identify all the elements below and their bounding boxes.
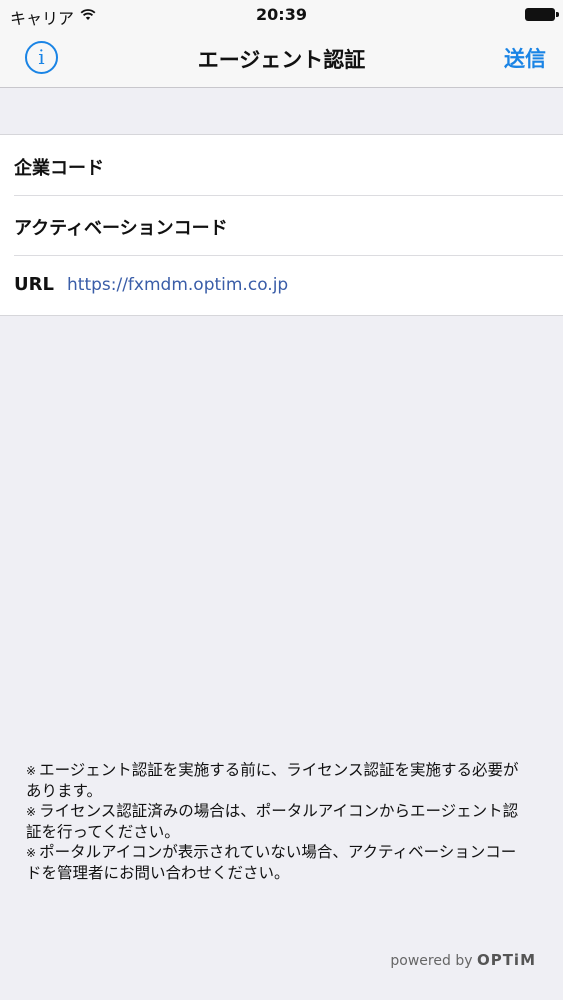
note-text: ポータルアイコンが表示されていない場合、アクティベーションコードを管理者にお問い… <box>26 843 517 882</box>
activation-code-field[interactable]: アクティベーションコード <box>0 195 563 255</box>
send-button[interactable]: 送信 <box>504 43 546 73</box>
note-item: ※ エージェント認証を実施する前に、ライセンス認証を実施する必要があります。 <box>26 760 526 801</box>
company-code-label: 企業コード <box>14 158 104 179</box>
page-title: エージェント認証 <box>197 48 366 72</box>
battery-icon <box>525 8 559 21</box>
note-item: ※ ライセンス認証済みの場合は、ポータルアイコンからエージェント認証を行ってくださ… <box>26 801 526 842</box>
clock: 20:39 <box>256 5 307 24</box>
auth-form: 企業コード アクティベーションコード URL https://fxmdm.opt… <box>0 134 563 316</box>
powered-by-label: powered by <box>390 953 473 969</box>
note-text: エージェント認証を実施する前に、ライセンス認証を実施する必要があります。 <box>26 761 519 800</box>
note-mark: ※ <box>26 764 37 778</box>
powered-by-footer: powered by OPTiM <box>390 951 536 969</box>
url-field[interactable]: URL https://fxmdm.optim.co.jp <box>0 255 563 315</box>
note-mark: ※ <box>26 805 37 819</box>
company-code-field[interactable]: 企業コード <box>0 135 563 195</box>
activation-code-label: アクティベーションコード <box>14 218 228 239</box>
navigation-bar: i エージェント認証 送信 <box>0 30 563 88</box>
url-label: URL <box>14 274 54 295</box>
note-text: ライセンス認証済みの場合は、ポータルアイコンからエージェント認証を行ってください… <box>26 802 519 841</box>
note-mark: ※ <box>26 846 37 860</box>
status-bar: キャリア 20:39 <box>0 0 563 30</box>
url-value[interactable]: https://fxmdm.optim.co.jp <box>67 275 288 295</box>
brand-logo: OPTiM <box>476 951 536 969</box>
note-item: ※ ポータルアイコンが表示されていない場合、アクティベーションコードを管理者にお問… <box>26 842 526 883</box>
notes: ※ エージェント認証を実施する前に、ライセンス認証を実施する必要があります。 ※ ラ… <box>26 760 526 883</box>
